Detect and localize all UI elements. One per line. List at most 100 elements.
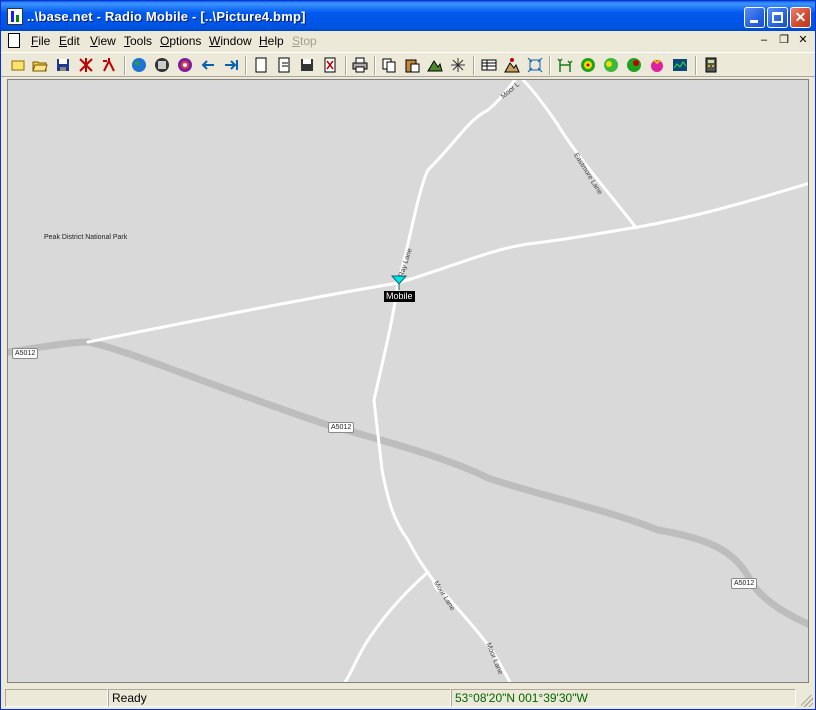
place-label: Peak District National Park <box>44 234 128 241</box>
main-road-east-west <box>86 182 808 344</box>
paste-icon <box>405 59 420 73</box>
pdf-icon <box>324 57 336 73</box>
calculator-icon <box>705 57 717 73</box>
merge-pictures-button[interactable] <box>176 56 194 74</box>
resize-button[interactable] <box>449 56 467 74</box>
new-network-button[interactable] <box>9 56 27 74</box>
unit-properties-button[interactable] <box>100 56 118 74</box>
new-icon <box>11 60 25 71</box>
resize-grip-icon[interactable] <box>801 695 813 707</box>
elevation-grid-button[interactable] <box>671 56 689 74</box>
unit-locations-button[interactable] <box>503 56 521 74</box>
minimize-button[interactable] <box>744 7 765 28</box>
combined-coverage-button[interactable] <box>625 56 643 74</box>
open-network-button[interactable] <box>31 56 49 74</box>
polar-coverage-button[interactable] <box>579 56 597 74</box>
menu-stop: Stop <box>292 34 317 48</box>
toolbar-separator <box>549 56 551 75</box>
road-shield-mid: A5012 <box>328 422 355 433</box>
unit-label-mobile[interactable]: Mobile <box>384 291 415 302</box>
toolbar-separator <box>345 56 347 75</box>
window-title: ..\base.net - Radio Mobile - [..\Picture… <box>27 9 306 24</box>
print-button[interactable] <box>351 56 369 74</box>
open-picture-icon <box>278 57 290 73</box>
toolbar-separator <box>124 56 126 75</box>
radio-link-button[interactable] <box>556 56 574 74</box>
save-network-button[interactable] <box>54 56 72 74</box>
print-icon <box>352 57 368 73</box>
mdi-minimize-button[interactable]: – <box>757 33 771 47</box>
previous-icon <box>201 60 214 70</box>
next-button[interactable] <box>222 56 240 74</box>
toolbar-separator <box>374 56 376 75</box>
calculator-button[interactable] <box>702 56 720 74</box>
a5012-road <box>8 338 808 628</box>
edit-picture-button[interactable] <box>426 56 444 74</box>
menu-window[interactable]: Window <box>209 34 252 48</box>
toolbar <box>1 52 815 77</box>
new-picture-icon <box>255 57 267 73</box>
fit-icon <box>527 57 543 73</box>
road-shield-left: A5012 <box>12 348 39 359</box>
unit-properties-icon <box>103 58 115 72</box>
copy-icon <box>382 58 396 73</box>
mdi-restore-button[interactable]: ❐ <box>777 33 791 47</box>
menu-options[interactable]: Options <box>160 34 201 48</box>
paste-button[interactable] <box>403 56 421 74</box>
toolbar-separator <box>245 56 247 75</box>
map-picture[interactable]: Peak District National Park Moor L Eastm… <box>7 79 809 683</box>
status-message: Ready <box>108 689 451 707</box>
toolbar-separator <box>695 56 697 75</box>
minimize-icon <box>750 20 758 23</box>
toolbar-separator <box>473 56 475 75</box>
previous-button[interactable] <box>199 56 217 74</box>
ray-lane-road <box>372 80 517 594</box>
map-canvas <box>8 80 808 682</box>
cartesian-coverage-button[interactable] <box>602 56 620 74</box>
moor-lane-south <box>343 570 430 682</box>
network-properties-button[interactable] <box>77 56 95 74</box>
unit-locations-icon <box>504 58 520 73</box>
edit-picture-icon <box>427 60 443 72</box>
route-coverage-button[interactable] <box>648 56 666 74</box>
document-icon[interactable] <box>8 33 20 48</box>
network-properties-icon <box>79 58 93 72</box>
show-networks-button[interactable] <box>480 56 498 74</box>
new-picture-button[interactable] <box>252 56 270 74</box>
merge-pictures-icon <box>178 58 192 72</box>
mdi-close-button[interactable]: ✕ <box>796 33 810 47</box>
show-networks-icon <box>481 59 497 71</box>
radio-link-icon <box>557 58 573 72</box>
close-button[interactable]: ✕ <box>790 7 811 28</box>
map-properties-icon <box>155 58 169 72</box>
status-panel-empty <box>5 689 108 707</box>
save-icon <box>57 59 69 71</box>
save-picture-icon <box>301 59 313 71</box>
title-bar[interactable]: ..\base.net - Radio Mobile - [..\Picture… <box>1 1 815 31</box>
map-properties-button[interactable] <box>153 56 171 74</box>
world-map-button[interactable] <box>130 56 148 74</box>
status-bar: Ready 53°08'20"N 001°39'30"W <box>1 687 815 709</box>
menu-view[interactable]: View <box>90 34 116 48</box>
menu-file[interactable]: File <box>31 34 50 48</box>
combined-coverage-icon <box>627 58 641 72</box>
open-picture-button[interactable] <box>275 56 293 74</box>
open-icon <box>32 61 48 72</box>
menu-help[interactable]: Help <box>259 34 284 48</box>
road-shield-right: A5012 <box>731 578 758 589</box>
polar-coverage-icon <box>581 58 595 72</box>
radio-mobile-window: ..\base.net - Radio Mobile - [..\Picture… <box>0 0 816 710</box>
save-picture-button[interactable] <box>298 56 316 74</box>
world-map-icon <box>132 58 146 72</box>
radio-mobile-app-icon[interactable] <box>7 8 23 25</box>
route-coverage-icon <box>651 59 663 72</box>
save-pdf-button[interactable] <box>321 56 339 74</box>
next-icon <box>225 60 238 70</box>
maximize-button[interactable] <box>767 7 788 28</box>
fit-button[interactable] <box>526 56 544 74</box>
menu-tools[interactable]: Tools <box>124 34 152 48</box>
elevation-grid-icon <box>673 59 687 71</box>
menu-edit[interactable]: Edit <box>59 34 80 48</box>
cartesian-coverage-icon <box>604 58 618 72</box>
copy-button[interactable] <box>380 56 398 74</box>
